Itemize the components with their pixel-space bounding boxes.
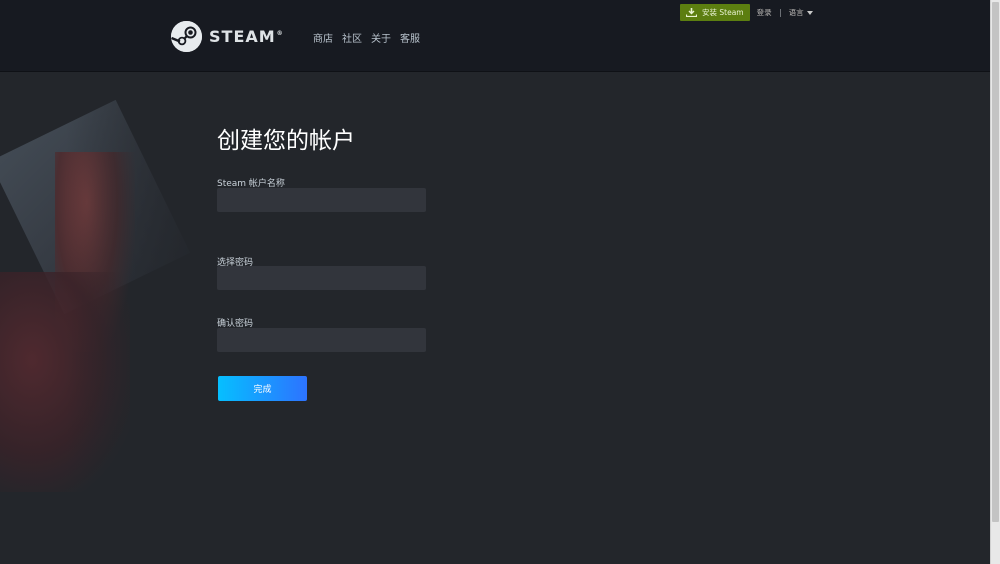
done-button[interactable]: 完成: [218, 376, 307, 401]
logo-text: STEAM®: [209, 26, 284, 46]
header-divider: [779, 8, 781, 17]
background-artwork: [0, 72, 220, 564]
nav-support[interactable]: 客服: [400, 30, 420, 45]
install-steam-button[interactable]: 安装 Steam: [680, 4, 750, 21]
nav-store[interactable]: 商店: [313, 30, 333, 45]
chevron-down-icon: [806, 10, 813, 15]
page-scrollbar[interactable]: [990, 0, 1000, 564]
language-label: 语言: [788, 8, 804, 17]
account-name-input[interactable]: [217, 188, 426, 212]
install-steam-label: 安装 Steam: [702, 8, 744, 17]
scrollbar-thumb[interactable]: [992, 2, 999, 522]
login-link[interactable]: 登录: [757, 7, 772, 18]
password-input[interactable]: [217, 266, 426, 290]
page: STEAM® 商店 社区 关于 客服 安装 Steam 登录 语言 创建您的帐户…: [0, 0, 990, 564]
site-header: STEAM® 商店 社区 关于 客服 安装 Steam 登录 语言: [0, 0, 990, 72]
steam-logo[interactable]: STEAM®: [171, 20, 284, 52]
page-title: 创建您的帐户: [217, 128, 355, 154]
download-icon: [686, 8, 697, 17]
artwork-fade: [0, 72, 220, 564]
confirm-password-input[interactable]: [217, 328, 426, 352]
global-actions: 安装 Steam 登录 语言: [680, 4, 813, 21]
main-nav: 商店 社区 关于 客服: [313, 30, 420, 45]
nav-about[interactable]: 关于: [371, 30, 391, 45]
language-dropdown[interactable]: 语言: [789, 7, 813, 18]
steam-logo-icon: [171, 20, 202, 52]
nav-community[interactable]: 社区: [342, 30, 362, 45]
